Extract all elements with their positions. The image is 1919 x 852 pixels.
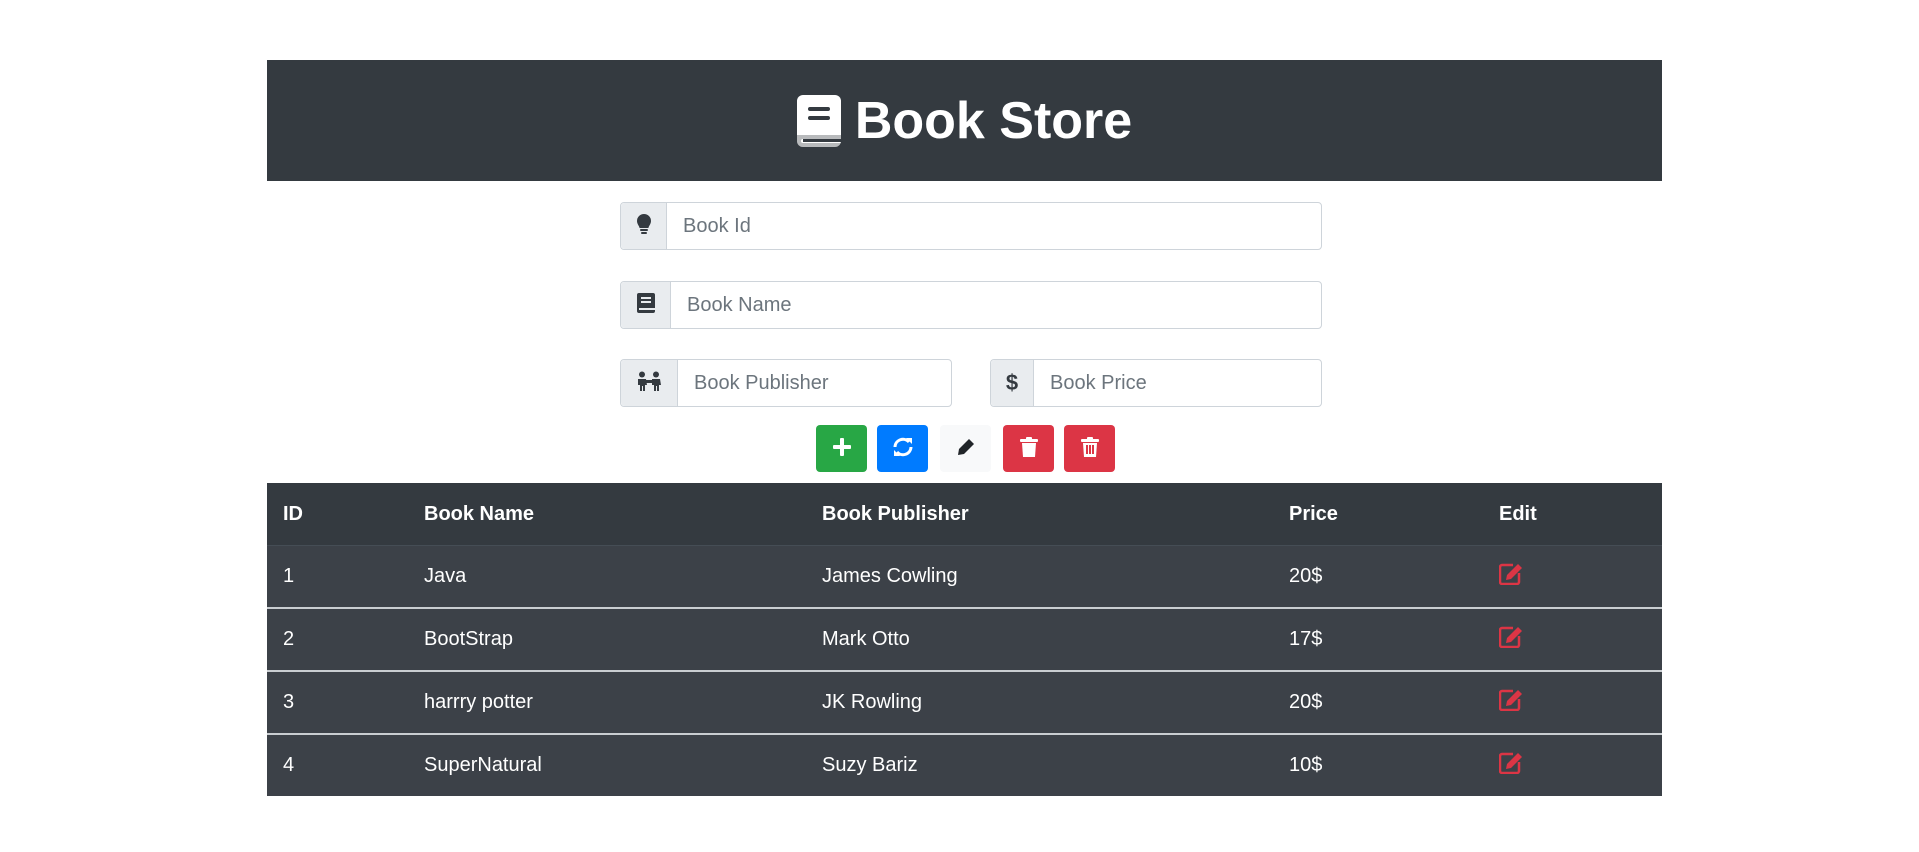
cell-price: 20$	[1273, 670, 1483, 734]
cell-book-name: BootStrap	[408, 607, 806, 671]
column-header-price: Price	[1273, 483, 1483, 546]
cell-book-name: harrry potter	[408, 670, 806, 734]
table-row[interactable]: 4 SuperNatural Suzy Bariz 10$	[267, 733, 1662, 796]
cell-book-publisher: Suzy Bariz	[806, 733, 1273, 796]
book-price-addon: $	[991, 360, 1034, 406]
cell-book-publisher: James Cowling	[806, 545, 1273, 608]
cell-price: 10$	[1273, 733, 1483, 796]
book-icon	[796, 94, 841, 147]
cell-edit	[1483, 670, 1662, 734]
edit-icon[interactable]	[1499, 626, 1523, 648]
edit-icon[interactable]	[1499, 752, 1523, 774]
trash-icon	[1080, 437, 1099, 460]
table-row[interactable]: 2 BootStrap Mark Otto 17$	[267, 607, 1662, 671]
column-header-id: ID	[267, 483, 408, 546]
book-icon	[636, 292, 655, 318]
book-price-field: $	[990, 359, 1322, 407]
table-header-row: ID Book Name Book Publisher Price Edit	[267, 483, 1662, 546]
cell-book-publisher: JK Rowling	[806, 670, 1273, 734]
cell-id: 4	[267, 733, 408, 796]
lightbulb-icon	[636, 213, 651, 239]
edit-icon[interactable]	[1499, 689, 1523, 711]
page-title-wrap: Book Store	[796, 91, 1133, 151]
book-id-input[interactable]	[667, 203, 1321, 249]
book-name-field	[620, 281, 1322, 329]
sync-icon	[892, 436, 914, 461]
cell-price: 17$	[1273, 607, 1483, 671]
column-header-book-name: Book Name	[408, 483, 806, 546]
cell-edit	[1483, 545, 1662, 608]
delete-book-button[interactable]	[1003, 425, 1054, 472]
edit-book-button[interactable]	[940, 425, 991, 472]
cell-price: 20$	[1273, 545, 1483, 608]
add-book-button[interactable]	[816, 425, 867, 472]
book-publisher-addon	[621, 360, 678, 406]
cell-edit	[1483, 607, 1662, 671]
column-header-edit: Edit	[1483, 483, 1662, 546]
trash-icon	[1019, 437, 1038, 460]
column-header-book-publisher: Book Publisher	[806, 483, 1273, 546]
plus-icon	[832, 438, 851, 459]
book-price-input[interactable]	[1034, 360, 1321, 406]
cell-id: 3	[267, 670, 408, 734]
refresh-button[interactable]	[877, 425, 928, 472]
book-id-field	[620, 202, 1322, 250]
page-title: Book Store	[854, 91, 1133, 150]
cell-book-name: Java	[408, 545, 806, 608]
book-id-addon	[621, 203, 667, 249]
cell-id: 1	[267, 545, 408, 608]
delete-all-button[interactable]	[1064, 425, 1115, 472]
pen-icon	[957, 438, 975, 459]
cell-book-name: SuperNatural	[408, 733, 806, 796]
book-name-addon	[621, 282, 671, 328]
book-publisher-input[interactable]	[678, 360, 951, 406]
books-table: ID Book Name Book Publisher Price Edit 1…	[267, 483, 1662, 796]
page-header: Book Store	[267, 60, 1662, 181]
book-name-input[interactable]	[671, 282, 1321, 328]
cell-book-publisher: Mark Otto	[806, 607, 1273, 671]
edit-icon[interactable]	[1499, 563, 1523, 585]
table-row[interactable]: 1 Java James Cowling 20$	[267, 545, 1662, 608]
cell-edit	[1483, 733, 1662, 796]
cell-id: 2	[267, 607, 408, 671]
book-publisher-field	[620, 359, 952, 407]
table-row[interactable]: 3 harrry potter JK Rowling 20$	[267, 670, 1662, 734]
people-icon	[636, 371, 662, 396]
dollar-icon: $	[1005, 370, 1019, 395]
